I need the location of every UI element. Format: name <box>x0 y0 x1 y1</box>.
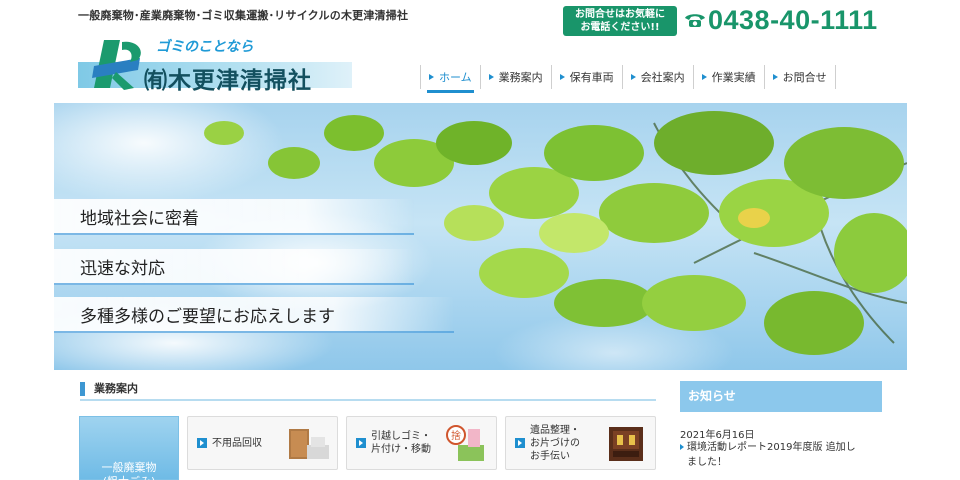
nav-item-company[interactable]: 会社案内 <box>623 65 694 89</box>
contact-line-2: お電話ください!! <box>580 22 660 33</box>
hero-caption-1: 地域社会に密着 <box>54 199 414 235</box>
logo-company-name: ㈲木更津清掃社 <box>144 67 312 94</box>
hero-banner: 地域社会に密着 迅速な対応 多種多様のご要望にお応えします <box>54 103 907 370</box>
global-nav: ホーム 業務案内 保有車両 会社案内 作業実績 お問合せ <box>420 65 836 93</box>
service-item-moving[interactable]: 引越しゴミ・ 片付け・移動 捨 <box>346 416 497 470</box>
furniture-icon <box>289 429 329 459</box>
phone-number-block[interactable]: 0438-40-1111 <box>684 4 878 36</box>
arrow-icon <box>515 438 525 448</box>
nav-item-services[interactable]: 業務案内 <box>481 65 552 89</box>
nav-triangle-icon <box>772 74 778 80</box>
nav-item-label: お問合せ <box>782 71 827 84</box>
service-item-label: 引越しゴミ・ 片付け・移動 <box>371 431 431 455</box>
phone-icon <box>685 14 705 27</box>
service-item-estate-cleanup[interactable]: 遺品整理・ お片づけの お手伝い <box>505 416 656 470</box>
site-tagline: 一般廃棄物･産業廃棄物･ゴミ収集運搬･リサイクルの木更津清掃社 <box>78 9 409 22</box>
logo-tagline: ゴミのことなら <box>156 39 254 55</box>
site-logo[interactable]: ゴミのことなら ㈲木更津清掃社 <box>78 34 352 94</box>
nav-triangle-icon <box>630 74 636 80</box>
altar-icon <box>609 427 643 461</box>
contact-banner[interactable]: お問合せはお気軽に お電話ください!! <box>563 6 677 36</box>
nav-item-label: ホーム <box>439 71 472 84</box>
nav-item-label: 作業実績 <box>711 71 756 84</box>
nav-triangle-icon <box>429 74 434 80</box>
svg-text:捨: 捨 <box>451 429 461 442</box>
arrow-icon <box>197 438 207 448</box>
hero-caption-2: 迅速な対応 <box>54 249 414 285</box>
service-item-label: 遺品整理・ お片づけの お手伝い <box>530 424 580 462</box>
nav-item-home[interactable]: ホーム <box>420 65 481 93</box>
contact-line-1: お問合せはお気軽に <box>575 9 665 20</box>
nav-item-label: 業務案内 <box>498 71 543 84</box>
service-item-label: 不用品回収 <box>212 437 262 449</box>
news-heading: お知らせ <box>680 381 882 412</box>
nav-triangle-icon <box>488 74 494 80</box>
phone-number: 0438-40-1111 <box>708 4 878 35</box>
hero-caption-3: 多種多様のご要望にお応えします <box>54 297 454 333</box>
section-title-services: 業務案内 <box>80 381 656 401</box>
nav-item-label: 保有車両 <box>569 71 614 84</box>
nav-triangle-icon <box>701 74 707 80</box>
logo-mark-icon <box>92 40 141 90</box>
news-date: 2021年6月16日 <box>680 430 755 441</box>
news-item-link[interactable]: 環境活動レポート2019年度版 追加しました！ <box>680 440 862 470</box>
nav-item-label: 会社案内 <box>640 71 685 84</box>
nav-item-contact[interactable]: お問合せ <box>765 65 836 89</box>
moving-icon: 捨 <box>446 425 484 461</box>
nav-triangle-icon <box>559 74 565 80</box>
arrow-icon <box>356 438 366 448</box>
nav-item-vehicles[interactable]: 保有車両 <box>552 65 623 89</box>
nav-item-works[interactable]: 作業実績 <box>694 65 765 89</box>
service-card-label: 一般廃棄物 (粗大ごみ) <box>101 461 157 480</box>
service-card-general-waste[interactable]: 一般廃棄物 (粗大ごみ) <box>79 416 179 480</box>
service-item-unwanted-goods[interactable]: 不用品回収 <box>187 416 338 470</box>
